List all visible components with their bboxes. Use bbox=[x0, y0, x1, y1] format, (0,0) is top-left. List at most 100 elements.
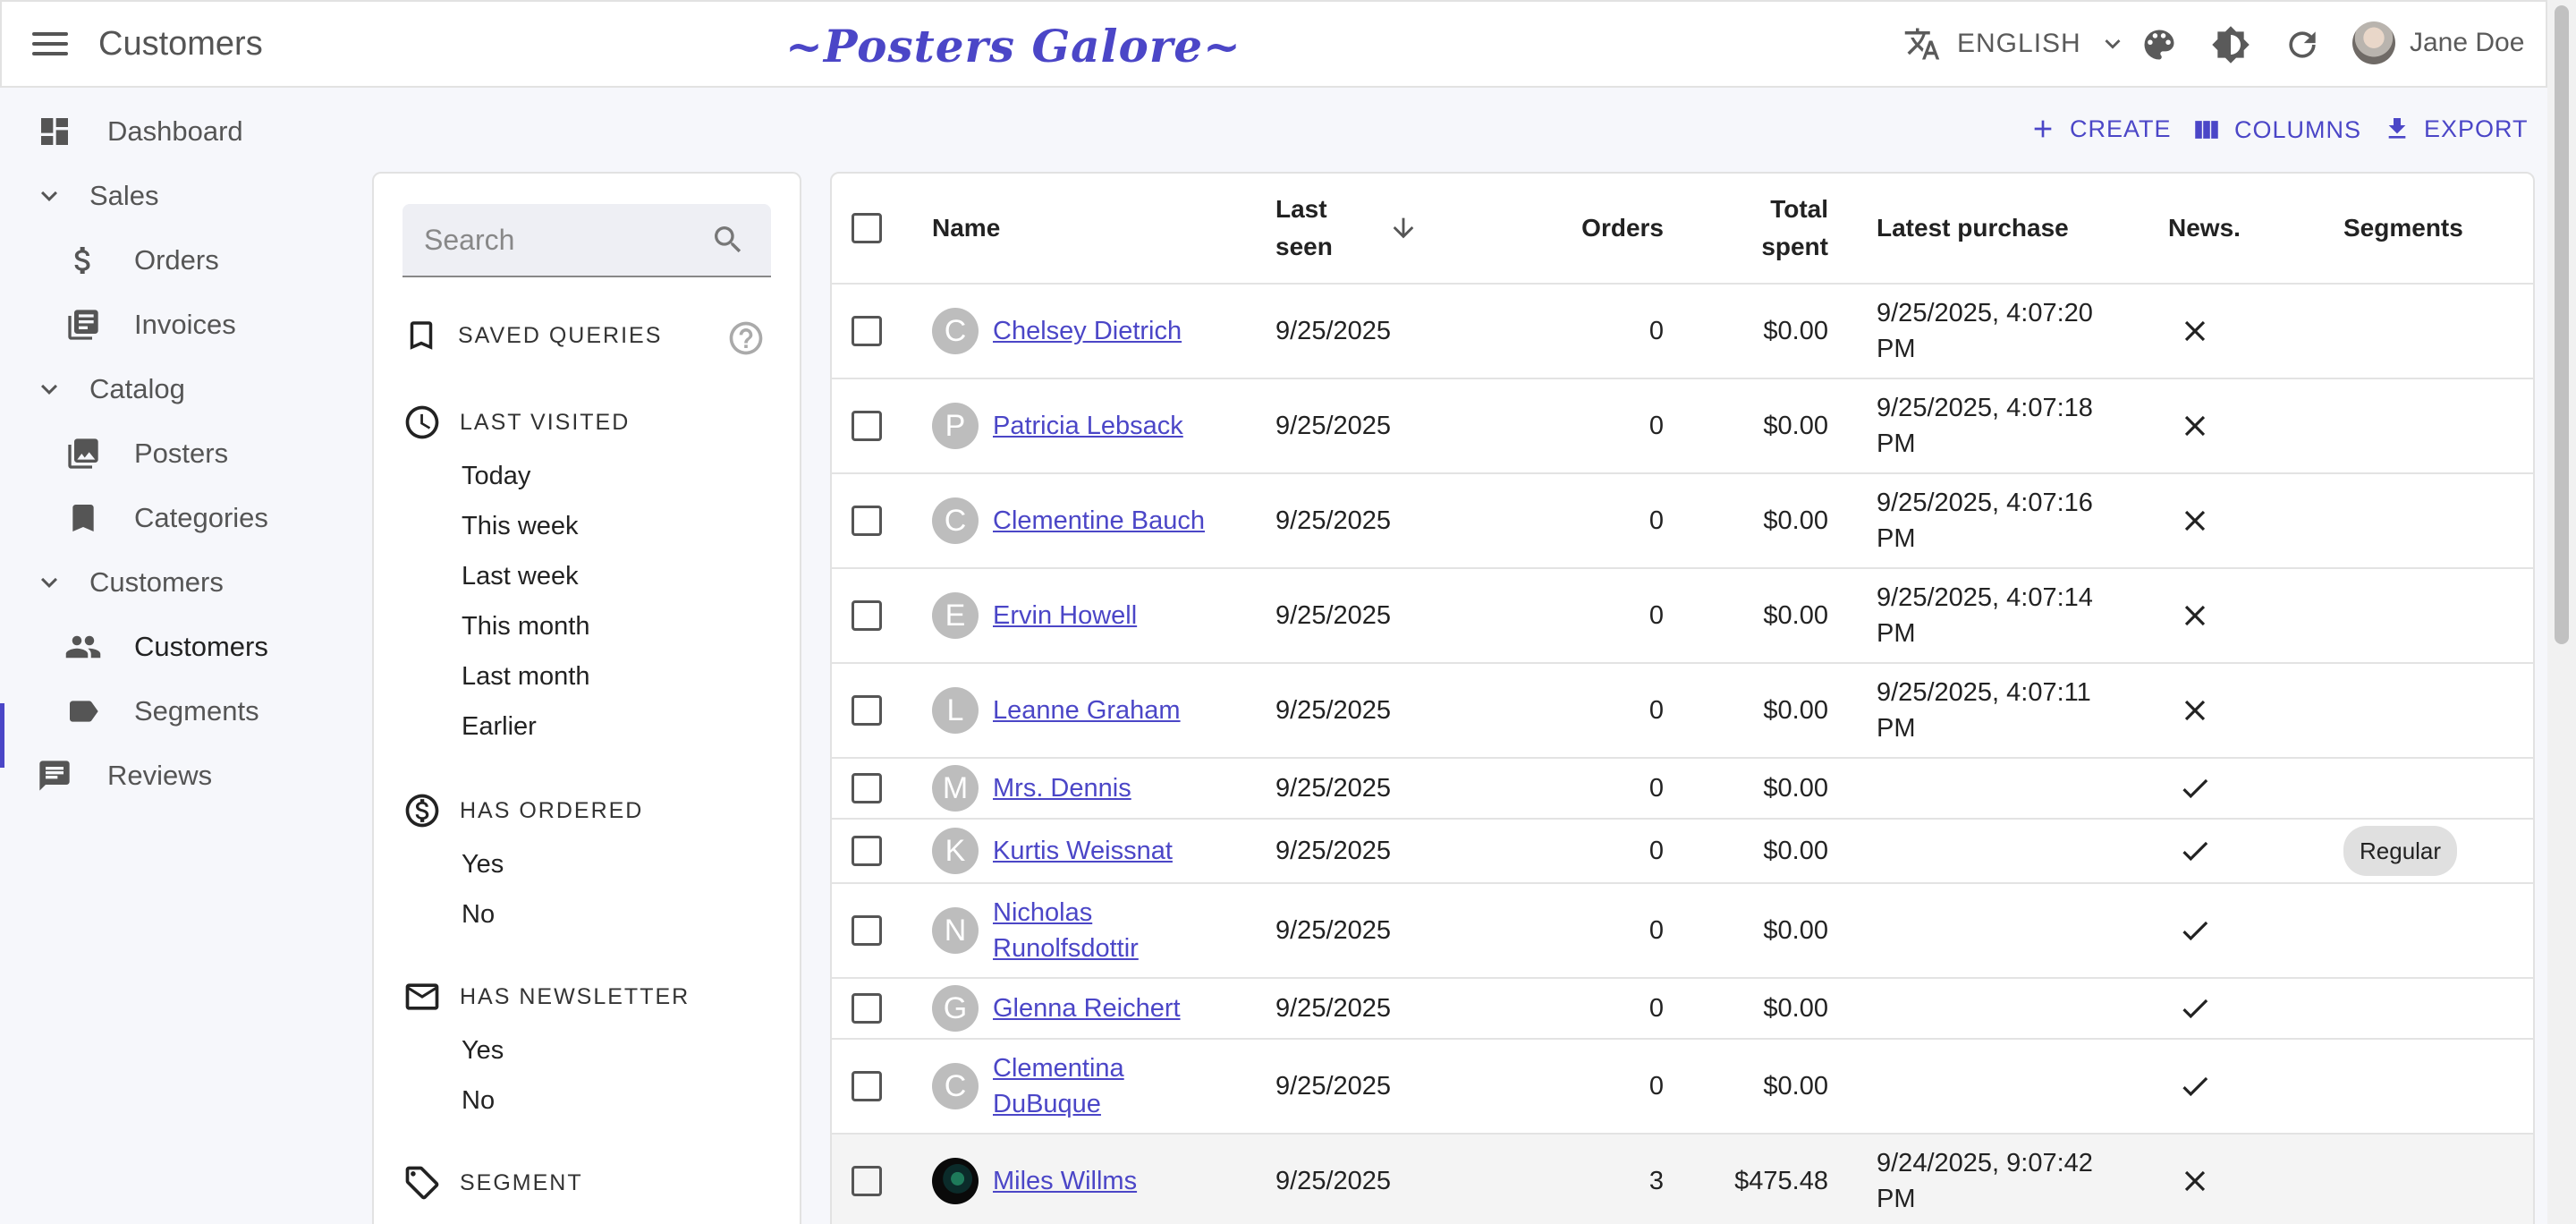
row-checkbox[interactable] bbox=[852, 773, 882, 803]
sidebar-item-reviews[interactable]: Reviews bbox=[36, 757, 212, 795]
has-ordered-label: HAS ORDERED bbox=[460, 797, 644, 823]
export-button[interactable]: EXPORT bbox=[2383, 115, 2529, 143]
customer-name-link[interactable]: Ervin Howell bbox=[993, 598, 1137, 633]
last-visited-label: LAST VISITED bbox=[460, 409, 631, 435]
filter-option-this-week[interactable]: This week bbox=[462, 512, 579, 541]
last-seen-cell: 9/25/2025 bbox=[1275, 696, 1392, 725]
table-row[interactable]: M Mrs. Dennis 9/25/2025 0 $0.00 bbox=[832, 759, 2533, 820]
page-scrollbar[interactable] bbox=[2547, 0, 2576, 1224]
hamburger-menu-icon[interactable] bbox=[32, 29, 68, 59]
row-checkbox[interactable] bbox=[852, 1166, 882, 1196]
table-row[interactable]: E Ervin Howell 9/25/2025 0 $0.00 9/25/2025, 4… bbox=[832, 569, 2533, 664]
sidebar-item-segments[interactable]: Segments bbox=[64, 693, 259, 730]
filter-option-ordered-no[interactable]: No bbox=[462, 900, 495, 930]
language-selector[interactable]: ENGLISH bbox=[1903, 25, 2128, 63]
user-menu[interactable]: Jane Doe bbox=[2352, 21, 2524, 64]
filter-option-earlier[interactable]: Earlier bbox=[462, 712, 537, 742]
table-row[interactable]: P Patricia Lebsack 9/25/2025 0 $0.00 9/25/202… bbox=[832, 379, 2533, 474]
table-row[interactable]: C Chelsey Dietrich 9/25/2025 0 $0.00 9/25/202… bbox=[832, 285, 2533, 379]
column-header-news[interactable]: News. bbox=[2168, 174, 2241, 283]
name-cell: C Clementine Bauch bbox=[932, 474, 1227, 567]
row-checkbox[interactable] bbox=[852, 1071, 882, 1101]
table-row[interactable]: C Clementina DuBuque 9/25/2025 0 $0.00 bbox=[832, 1040, 2533, 1135]
language-label: ENGLISH bbox=[1957, 29, 2081, 58]
orders-cell: 0 bbox=[1648, 506, 1664, 535]
segment-header: SEGMENT bbox=[402, 1163, 583, 1203]
filter-option-today[interactable]: Today bbox=[462, 462, 530, 491]
row-checkbox[interactable] bbox=[852, 600, 882, 631]
sort-arrow-down-icon[interactable] bbox=[1388, 213, 1419, 243]
customer-name-link[interactable]: Patricia Lebsack bbox=[993, 408, 1183, 444]
customer-name-link[interactable]: Kurtis Weissnat bbox=[993, 833, 1173, 869]
filter-option-newsletter-yes[interactable]: Yes bbox=[462, 1036, 504, 1066]
row-checkbox[interactable] bbox=[852, 836, 882, 866]
sidebar-item-dashboard[interactable]: Dashboard bbox=[36, 113, 243, 150]
search-input[interactable] bbox=[424, 204, 719, 276]
scrollbar-thumb[interactable] bbox=[2555, 5, 2569, 644]
row-checkbox[interactable] bbox=[852, 915, 882, 946]
row-checkbox[interactable] bbox=[852, 506, 882, 536]
select-all-checkbox[interactable] bbox=[852, 213, 882, 243]
filter-option-newsletter-no[interactable]: No bbox=[462, 1086, 495, 1116]
avatar: C bbox=[932, 308, 979, 354]
column-header-latest-purchase[interactable]: Latest purchase bbox=[1877, 174, 2069, 283]
sidebar-group-customers[interactable]: Customers bbox=[30, 564, 224, 601]
latest-purchase-cell bbox=[1877, 1040, 2127, 1133]
filter-option-last-week[interactable]: Last week bbox=[462, 562, 579, 591]
newsletter-cell bbox=[2168, 820, 2222, 882]
avatar: K bbox=[932, 828, 979, 874]
sidebar-group-sales[interactable]: Sales bbox=[30, 177, 159, 215]
column-header-total-spent[interactable]: Total spent bbox=[1739, 174, 1828, 283]
columns-button[interactable]: COLUMNS bbox=[2191, 115, 2361, 145]
row-checkbox[interactable] bbox=[852, 993, 882, 1024]
palette-icon[interactable] bbox=[2140, 25, 2179, 64]
saved-queries-header: SAVED QUERIES bbox=[402, 317, 662, 354]
table-row[interactable]: L Leanne Graham 9/25/2025 0 $0.00 9/25/2025, … bbox=[832, 664, 2533, 759]
orders-cell: 0 bbox=[1648, 774, 1664, 803]
sidebar-item-orders[interactable]: Orders bbox=[64, 242, 219, 279]
refresh-icon[interactable] bbox=[2283, 25, 2322, 64]
table-row[interactable]: K Kurtis Weissnat 9/25/2025 0 $0.00 Regular bbox=[832, 820, 2533, 884]
latest-purchase-cell: 9/24/2025, 9:07:42 PM bbox=[1877, 1149, 2093, 1213]
customer-name-link[interactable]: Clementine Bauch bbox=[993, 503, 1205, 539]
table-row[interactable]: G Glenna Reichert 9/25/2025 0 $0.00 bbox=[832, 979, 2533, 1040]
table-row[interactable]: N Nicholas Runolfsdottir 9/25/2025 0 $0.00 bbox=[832, 884, 2533, 979]
search-field[interactable] bbox=[402, 204, 771, 277]
customer-name-link[interactable]: Nicholas Runolfsdottir bbox=[993, 895, 1227, 966]
column-header-orders[interactable]: Orders bbox=[1530, 174, 1664, 283]
latest-purchase-cell bbox=[1877, 979, 2127, 1038]
orders-cell: 0 bbox=[1648, 916, 1664, 945]
table-row[interactable]: Miles Willms 9/25/2025 3 $475.48 9/24/2025, … bbox=[832, 1135, 2533, 1224]
sidebar-item-customers[interactable]: Customers bbox=[64, 628, 268, 666]
total-spent-cell: $0.00 bbox=[1763, 994, 1828, 1023]
filter-option-last-month[interactable]: Last month bbox=[462, 662, 589, 692]
filter-option-this-month[interactable]: This month bbox=[462, 612, 589, 642]
row-checkbox[interactable] bbox=[852, 411, 882, 441]
bookmark-icon bbox=[64, 499, 102, 537]
sidebar-item-posters[interactable]: Posters bbox=[64, 435, 228, 472]
customer-name-link[interactable]: Chelsey Dietrich bbox=[993, 313, 1182, 349]
customer-name-link[interactable]: Clementina DuBuque bbox=[993, 1050, 1227, 1122]
row-checkbox[interactable] bbox=[852, 316, 882, 346]
sidebar-item-categories[interactable]: Categories bbox=[64, 499, 268, 537]
last-seen-cell: 9/25/2025 bbox=[1275, 916, 1392, 945]
sidebar: Dashboard Sales Orders Invoices Catalog … bbox=[0, 88, 358, 1224]
filter-option-ordered-yes[interactable]: Yes bbox=[462, 850, 504, 880]
column-header-last-seen[interactable]: Last seen bbox=[1275, 174, 1356, 283]
create-button[interactable]: CREATE bbox=[2029, 115, 2172, 143]
customer-name-link[interactable]: Miles Willms bbox=[993, 1163, 1137, 1199]
customer-name-link[interactable]: Mrs. Dennis bbox=[993, 770, 1131, 806]
sidebar-item-invoices[interactable]: Invoices bbox=[64, 306, 236, 344]
orders-cell: 0 bbox=[1648, 994, 1664, 1023]
column-header-name[interactable]: Name bbox=[932, 174, 1000, 283]
customer-name-link[interactable]: Leanne Graham bbox=[993, 693, 1181, 728]
brightness-icon[interactable] bbox=[2211, 25, 2250, 64]
help-icon[interactable] bbox=[726, 319, 766, 358]
customer-name-link[interactable]: Glenna Reichert bbox=[993, 990, 1181, 1026]
row-checkbox[interactable] bbox=[852, 695, 882, 726]
active-indicator bbox=[0, 703, 4, 768]
sidebar-group-catalog[interactable]: Catalog bbox=[30, 370, 185, 408]
table-row[interactable]: C Clementine Bauch 9/25/2025 0 $0.00 9/25/202… bbox=[832, 474, 2533, 569]
last-seen-cell: 9/25/2025 bbox=[1275, 994, 1392, 1023]
segment-chip[interactable]: Regular bbox=[2343, 826, 2458, 876]
